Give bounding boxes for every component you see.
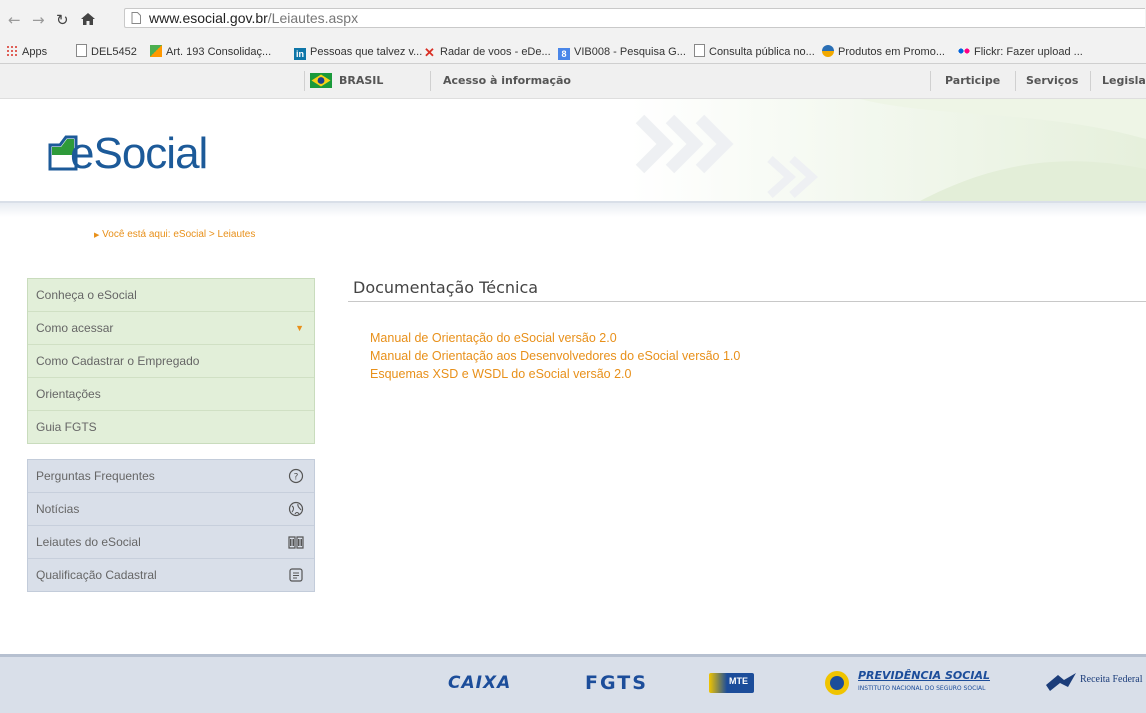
inss-subtitle: INSTITUTO NACIONAL DO SEGURO SOCIAL bbox=[858, 685, 986, 692]
page-title: Documentação Técnica bbox=[353, 278, 539, 297]
address-bar[interactable]: www.esocial.gov.br/Leiautes.aspx bbox=[124, 8, 1145, 28]
sidebar-item-como-acessar[interactable]: Como acessar ▼ bbox=[28, 311, 314, 344]
esocial-logo-text[interactable]: eSocial bbox=[70, 129, 208, 179]
mte-logo-text: MTE bbox=[729, 676, 748, 686]
sidebar-item-leiautes[interactable]: Leiautes do eSocial bbox=[28, 525, 314, 558]
svg-text:?: ? bbox=[294, 473, 299, 483]
google-search-icon: 8 bbox=[558, 48, 570, 60]
brazil-flag-icon bbox=[310, 73, 332, 88]
home-icon[interactable] bbox=[80, 12, 96, 26]
sidebar-menu-main: Conheça o eSocial Como acessar ▼ Como Cad… bbox=[27, 278, 315, 444]
page-icon bbox=[131, 12, 141, 24]
breadcrumb-path[interactable]: eSocial > Leiautes bbox=[173, 229, 255, 240]
fgts-logo[interactable]: FGTS bbox=[585, 672, 648, 694]
url-text: www.esocial.gov.br/Leiautes.aspx bbox=[149, 10, 359, 26]
servicos-link[interactable]: Serviços bbox=[1026, 64, 1078, 98]
doc-link-manual-orientacao[interactable]: Manual de Orientação do eSocial versão 2… bbox=[370, 331, 617, 345]
brasil-link[interactable]: BRASIL bbox=[339, 64, 383, 98]
receita-federal-emblem-icon bbox=[1046, 673, 1076, 691]
breadcrumb: ▶ Você está aqui: eSocial > Leiautes bbox=[94, 229, 255, 240]
bookmark-del5452[interactable]: DEL5452 bbox=[76, 42, 137, 63]
colorful-logo-icon bbox=[150, 45, 162, 57]
divider bbox=[430, 71, 431, 91]
divider bbox=[1090, 71, 1091, 91]
apps-grid-icon bbox=[6, 45, 18, 57]
sidebar-item-conheca[interactable]: Conheça o eSocial bbox=[28, 279, 314, 311]
bookmark-produtos[interactable]: Produtos em Promo... bbox=[822, 42, 945, 63]
site-footer: CAIXA FGTS MTE PREVIDÊNCIA SOCIAL INSTIT… bbox=[0, 654, 1146, 713]
browser-toolbar: ← → ↻ www.esocial.gov.br/Leiautes.aspx bbox=[0, 0, 1146, 43]
breadcrumb-arrow-icon: ▶ bbox=[94, 232, 100, 239]
flickr-icon bbox=[958, 45, 970, 57]
breadcrumb-prefix: Você está aqui: bbox=[102, 229, 171, 240]
chevron-down-icon: ▼ bbox=[295, 323, 304, 333]
page-icon bbox=[694, 44, 705, 57]
divider bbox=[1015, 71, 1016, 91]
bookmark-apps[interactable]: Apps bbox=[6, 42, 47, 63]
divider bbox=[930, 71, 931, 91]
receita-federal-logo[interactable]: Receita Federal bbox=[1080, 674, 1142, 685]
bookmark-art193[interactable]: Art. 193 Consolidaç... bbox=[150, 42, 271, 63]
sidebar-menu-secondary: Perguntas Frequentes ? Notícias Leiautes… bbox=[27, 459, 315, 592]
previdencia-logo[interactable]: PREVIDÊNCIA SOCIAL bbox=[858, 669, 990, 682]
back-icon[interactable]: ← bbox=[8, 11, 21, 29]
bookmark-linkedin[interactable]: in Pessoas que talvez v... bbox=[294, 42, 422, 63]
book-icon bbox=[288, 536, 304, 549]
sidebar-item-perguntas[interactable]: Perguntas Frequentes ? bbox=[28, 460, 314, 492]
caixa-logo[interactable]: CAIXA bbox=[448, 673, 511, 693]
linkedin-icon: in bbox=[294, 48, 306, 60]
site-header: eSocial bbox=[0, 99, 1146, 201]
government-bar: BRASIL Acesso à informação Participe Ser… bbox=[0, 64, 1146, 99]
participe-link[interactable]: Participe bbox=[945, 64, 1000, 98]
bookmark-radar[interactable]: ✕ Radar de voos - eDe... bbox=[424, 42, 551, 63]
doc-link-manual-desenvolvedores[interactable]: Manual de Orientação aos Desenvolvedores… bbox=[370, 349, 740, 363]
header-divider bbox=[0, 201, 1146, 217]
bookmark-vib008[interactable]: 8 VIB008 - Pesquisa G... bbox=[558, 42, 686, 63]
sidebar-item-orientacoes[interactable]: Orientações bbox=[28, 377, 314, 410]
sidebar-item-noticias[interactable]: Notícias bbox=[28, 492, 314, 525]
bookmarks-bar: Apps DEL5452 Art. 193 Consolidaç... in Pe… bbox=[0, 42, 1146, 64]
question-circle-icon: ? bbox=[288, 468, 304, 484]
header-decoration bbox=[635, 99, 1146, 201]
title-divider bbox=[348, 301, 1146, 302]
forward-icon[interactable]: → bbox=[32, 11, 45, 29]
sidebar-item-qualificacao[interactable]: Qualificação Cadastral bbox=[28, 558, 314, 591]
divider bbox=[304, 71, 305, 91]
bookmark-consulta[interactable]: Consulta pública no... bbox=[694, 42, 815, 63]
legislacao-link[interactable]: Legislação bbox=[1102, 64, 1146, 98]
sidebar-item-cadastrar[interactable]: Como Cadastrar o Empregado bbox=[28, 344, 314, 377]
page-icon bbox=[76, 44, 87, 57]
globe-icon bbox=[288, 501, 304, 517]
acesso-informacao-link[interactable]: Acesso à informação bbox=[443, 64, 571, 98]
mte-logo[interactable]: MTE bbox=[709, 673, 754, 693]
document-icon bbox=[289, 568, 303, 582]
doc-link-esquemas-xsd[interactable]: Esquemas XSD e WSDL do eSocial versão 2.… bbox=[370, 367, 631, 381]
reload-icon[interactable]: ↻ bbox=[56, 11, 69, 29]
bookmark-flickr[interactable]: Flickr: Fazer upload ... bbox=[958, 42, 1083, 63]
plane-x-icon: ✕ bbox=[424, 45, 435, 60]
previdencia-emblem-icon bbox=[825, 671, 849, 695]
sidebar-item-guia-fgts[interactable]: Guia FGTS bbox=[28, 410, 314, 443]
store-icon bbox=[822, 45, 834, 57]
